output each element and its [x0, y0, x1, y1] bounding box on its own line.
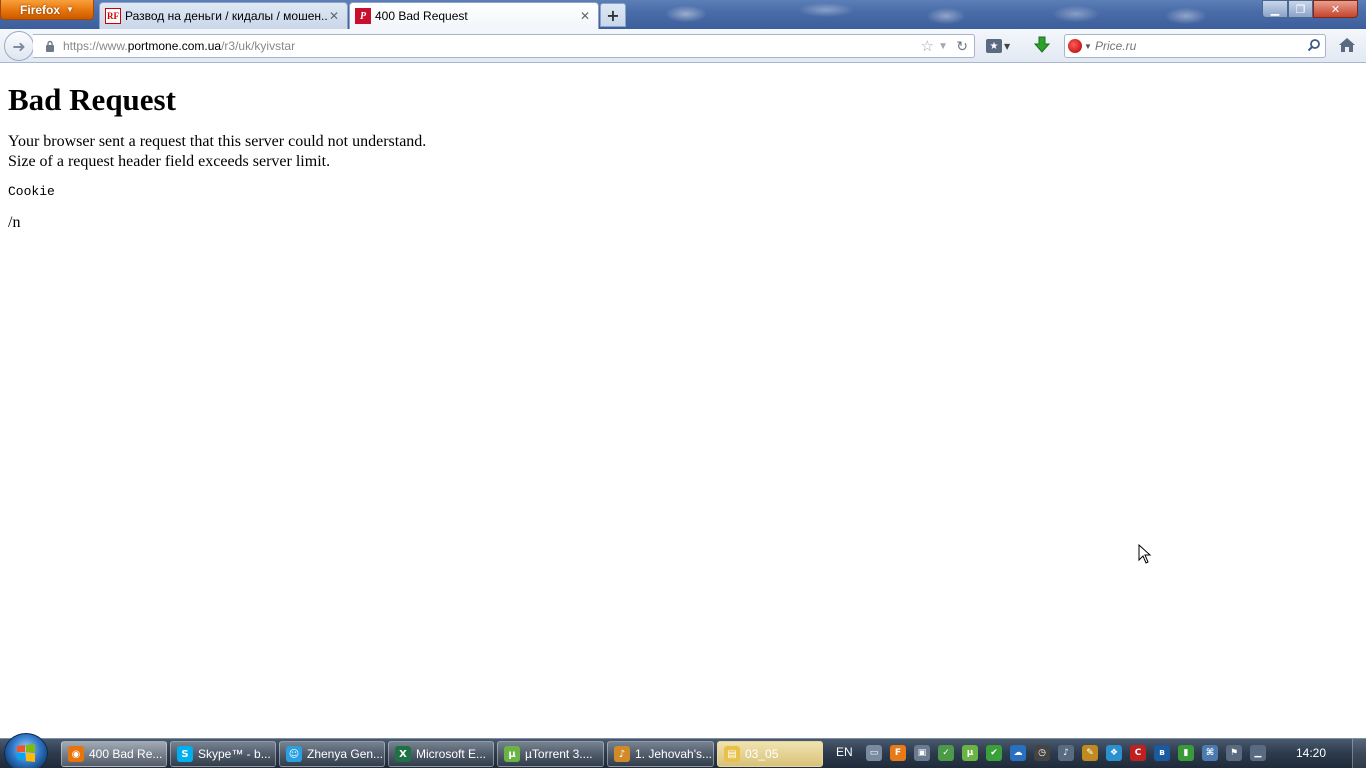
rf-icon: RF: [105, 8, 121, 24]
clock[interactable]: 14:20: [1296, 746, 1326, 760]
skype-icon: S: [177, 746, 193, 762]
tab-400-bad-request[interactable]: P 400 Bad Request ✕: [349, 2, 599, 29]
tab-title: 400 Bad Request: [375, 9, 468, 23]
taskbar-item[interactable]: µ µTorrent 3....: [497, 741, 604, 767]
taskbar-item-label: µTorrent 3....: [525, 747, 593, 761]
url-path: /r3/uk/kyivstar: [221, 39, 296, 53]
language-indicator[interactable]: EN: [836, 745, 853, 759]
tray-network-tools-icon[interactable]: ✓: [938, 745, 954, 761]
tray-orange-icon[interactable]: F: [890, 745, 906, 761]
reload-icon[interactable]: ↻: [956, 38, 968, 55]
search-engine-selector[interactable]: ▼: [1065, 39, 1095, 53]
search-input[interactable]: [1095, 39, 1295, 53]
page-title: Bad Request: [8, 82, 176, 117]
home-icon: [1339, 38, 1355, 52]
close-icon[interactable]: ✕: [327, 9, 341, 23]
search-icon[interactable]: [1307, 38, 1321, 55]
url-bar[interactable]: https://www.portmone.com.ua/r3/uk/kyivst…: [33, 34, 975, 58]
tray-monitor-icon[interactable]: ▭: [866, 745, 882, 761]
browser-title-bar: Firefox ▼ RF Развод на деньги / кидалы /…: [0, 0, 1366, 29]
error-message-line: Your browser sent a request that this se…: [8, 133, 427, 150]
tray-clock-icon[interactable]: ◷: [1034, 745, 1050, 761]
taskbar-item[interactable]: ♪ 1. Jehovah's...: [607, 741, 714, 767]
tray-bluetooth-icon[interactable]: ʙ: [1154, 745, 1170, 761]
home-button[interactable]: [1338, 36, 1358, 56]
mouse-cursor-icon: [1138, 544, 1152, 564]
firefox-menu-label: Firefox: [20, 2, 61, 17]
tray-red-icon[interactable]: C: [1130, 745, 1146, 761]
restore-button[interactable]: ❐: [1288, 0, 1313, 18]
tray-wifi-icon[interactable]: ▁: [1250, 745, 1266, 761]
window-background: [626, 0, 1266, 29]
firefox-menu-button[interactable]: Firefox ▼: [0, 0, 94, 20]
windows-taskbar: ◉ 400 Bad Re... S Skype™ - b... ☺ Zhenya Gen.…: [0, 733, 1366, 768]
tray-cloud-icon[interactable]: ☁: [1010, 745, 1026, 761]
back-button[interactable]: ➜: [4, 31, 34, 61]
taskbar-item[interactable]: ▤ 03_05: [717, 741, 823, 767]
minimize-button[interactable]: ▁: [1262, 0, 1288, 18]
yandex-icon: [1068, 39, 1083, 53]
taskbar-item[interactable]: ◉ 400 Bad Re...: [61, 741, 167, 767]
new-tab-button[interactable]: +: [600, 3, 626, 27]
error-message: Your browser sent a request that this se…: [8, 132, 1358, 172]
tab-title: Развод на деньги / кидалы / мошен...: [125, 9, 327, 23]
start-button[interactable]: [4, 733, 48, 768]
page-content: Bad Request Your browser sent a request …: [0, 64, 1366, 738]
folder-icon: ▤: [724, 746, 740, 762]
url-host: portmone.com.ua: [127, 39, 222, 53]
windows-logo-icon: [17, 744, 35, 762]
tray-display-icon[interactable]: ▣: [914, 745, 930, 761]
navigation-toolbar: ➜ https://www.portmone.com.ua/r3/uk/kyiv…: [0, 29, 1366, 63]
request-path: /n: [8, 214, 21, 231]
tray-network-icon[interactable]: ⌘: [1202, 745, 1218, 761]
taskbar-item-label: 03_05: [745, 747, 779, 761]
utorrent-icon: µ: [504, 746, 520, 762]
taskbar-item-label: Microsoft E...: [416, 747, 487, 761]
chevron-down-icon[interactable]: ▼: [938, 41, 948, 52]
download-arrow-icon[interactable]: [1033, 36, 1052, 56]
taskbar-item[interactable]: ☺ Zhenya Gen...: [279, 741, 385, 767]
taskbar-item-label: 400 Bad Re...: [89, 747, 163, 761]
tray-dropbox-icon[interactable]: ❖: [1106, 745, 1122, 761]
arrow-left-icon: ➜: [12, 36, 26, 56]
chevron-down-icon: ▼: [66, 5, 74, 14]
chevron-down-icon: ▼: [1004, 41, 1011, 51]
header-name: Cookie: [8, 184, 55, 199]
window-close-button[interactable]: ✕: [1313, 0, 1358, 18]
tray-signal-icon[interactable]: ▮: [1178, 745, 1194, 761]
taskbar-item[interactable]: X Microsoft E...: [388, 741, 494, 767]
tray-volume-icon[interactable]: ♪: [1058, 745, 1074, 761]
url-text[interactable]: https://www.portmone.com.ua/r3/uk/kyivst…: [63, 39, 295, 53]
chat-icon: ☺: [286, 746, 302, 762]
tray-utorrent-icon[interactable]: µ: [962, 745, 978, 761]
show-desktop-button[interactable]: [1352, 739, 1366, 768]
search-bar[interactable]: ▼: [1064, 34, 1326, 58]
tray-check-icon[interactable]: ✔: [986, 745, 1002, 761]
url-prefix: https://www.: [63, 39, 128, 53]
system-tray: ▭ F ▣ ✓ µ ✔ ☁ ◷ ♪ ✎ ❖ Cʙ ▮ ⌘ ⚑ ▁: [866, 745, 1266, 761]
tab-razvod[interactable]: RF Развод на деньги / кидалы / мошен... …: [99, 2, 348, 29]
excel-icon: X: [395, 746, 411, 762]
portmone-icon: P: [355, 8, 371, 24]
close-icon[interactable]: ✕: [578, 9, 592, 23]
firefox-icon: ◉: [68, 746, 84, 762]
bookmark-star-icon[interactable]: ☆: [921, 37, 934, 55]
lock-icon: [37, 40, 63, 52]
tray-pen-icon[interactable]: ✎: [1082, 745, 1098, 761]
tray-flag-icon[interactable]: ⚑: [1226, 745, 1242, 761]
taskbar-item-label: Zhenya Gen...: [307, 747, 384, 761]
media-icon: ♪: [614, 746, 630, 762]
taskbar-item-label: Skype™ - b...: [198, 747, 271, 761]
taskbar-item-label: 1. Jehovah's...: [635, 747, 713, 761]
bookmarks-menu-button[interactable]: ★ ▼: [986, 36, 1018, 56]
bookmarks-icon: ★: [986, 39, 1002, 53]
chevron-down-icon: ▼: [1084, 41, 1092, 51]
taskbar-item[interactable]: S Skype™ - b...: [170, 741, 276, 767]
error-detail: Size of a request header field exceeds s…: [8, 153, 331, 170]
